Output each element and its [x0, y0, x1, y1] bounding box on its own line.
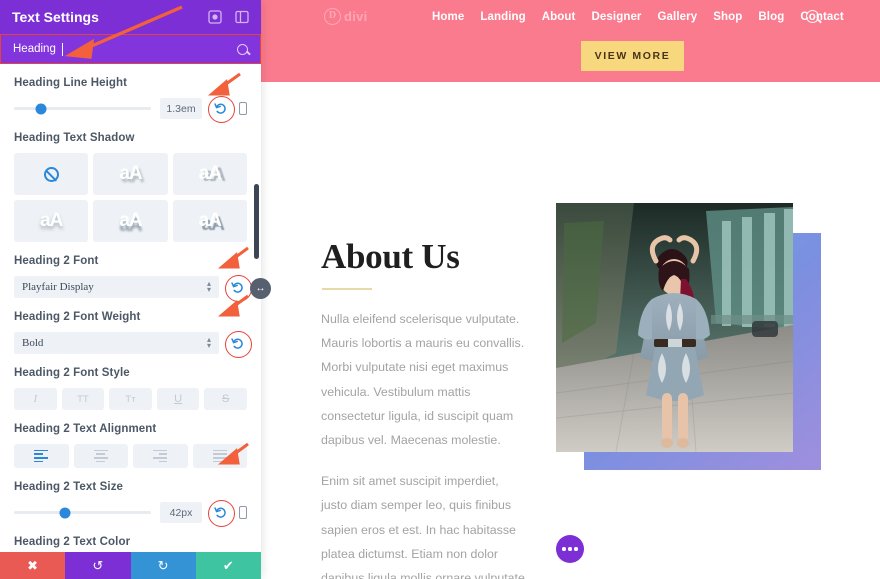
shadow-option-2[interactable]: aA — [172, 153, 247, 195]
reset-icon[interactable] — [225, 330, 252, 358]
nav-item-designer[interactable]: Designer — [592, 11, 642, 23]
about-paragraph: Enim sit amet suscipit imperdiet, justo … — [321, 474, 525, 579]
field-label: Heading 2 Font Weight — [14, 311, 141, 323]
options-search-row[interactable] — [0, 34, 261, 64]
slider-thumb[interactable] — [59, 507, 71, 518]
italic-icon[interactable]: I — [14, 388, 57, 410]
panel-header: Text Settings — [0, 0, 261, 34]
undo-button[interactable]: ↺ — [65, 552, 131, 579]
h2-font-select[interactable]: Playfair Display ▴ ▾ — [14, 276, 219, 298]
about-photo — [556, 203, 793, 452]
stepper-icon: ▴ ▾ — [206, 335, 211, 350]
shadow-option-5[interactable]: aA — [172, 200, 247, 242]
responsive-mobile-icon[interactable] — [239, 102, 247, 115]
divi-logo-word: divi — [344, 9, 368, 24]
align-right-icon[interactable] — [133, 444, 188, 468]
text-size-value[interactable]: 42px — [160, 502, 202, 523]
field-label: Heading Line Height — [14, 77, 128, 89]
field-h2-font: Heading 2 Font Playfair Display ▴ ▾ — [14, 255, 252, 302]
text-shadow-options: aA aA aA aA aA — [14, 153, 247, 242]
align-left-icon[interactable] — [14, 444, 69, 468]
text-size-slider[interactable] — [14, 507, 151, 518]
dot-icon — [574, 547, 578, 551]
field-h2-font-style: Heading 2 Font Style I TT Tт U S — [14, 367, 247, 410]
nav-links: Home Landing About Designer Gallery Shop… — [432, 0, 844, 34]
panel-scrollbar-thumb[interactable] — [254, 184, 259, 259]
responsive-mobile-icon[interactable] — [239, 506, 247, 519]
slider-thumb[interactable] — [35, 103, 47, 114]
align-center-icon[interactable] — [73, 444, 128, 468]
line-height-value[interactable]: 1.3em — [160, 98, 202, 119]
field-label: Heading 2 Font — [14, 255, 99, 267]
field-label: Heading 2 Text Alignment — [14, 423, 157, 435]
field-h2-text-size: Heading 2 Text Size 42px — [14, 481, 247, 527]
cancel-button[interactable]: ✖ — [0, 552, 66, 579]
dot-icon — [568, 547, 572, 551]
text-align-buttons — [14, 444, 247, 468]
small-caps-icon[interactable]: Tт — [109, 388, 152, 410]
dot-icon — [562, 547, 566, 551]
h2-font-weight-value: Bold — [22, 337, 44, 349]
divi-logo[interactable]: D divi — [324, 8, 368, 25]
layout-panel-icon[interactable] — [235, 10, 249, 24]
align-justify-icon[interactable] — [192, 444, 247, 468]
field-h2-text-alignment: Heading 2 Text Alignment — [14, 423, 247, 468]
about-paragraph: Nulla eleifend scelerisque vulputate. Ma… — [321, 312, 525, 447]
panel-title: Text Settings — [12, 9, 99, 25]
about-body: Nulla eleifend scelerisque vulputate. Ma… — [321, 307, 527, 579]
panel-header-icons — [208, 10, 249, 24]
field-h2-font-weight: Heading 2 Font Weight Bold ▴ ▾ — [14, 311, 252, 358]
field-label: Heading 2 Font Style — [14, 367, 130, 379]
page-settings-fab[interactable] — [556, 535, 584, 563]
field-label: Heading Text Shadow — [14, 132, 135, 144]
panel-resize-handle[interactable]: ↔ — [250, 278, 271, 299]
line-height-slider[interactable] — [14, 103, 151, 114]
field-heading-line-height: Heading Line Height 1.3em — [14, 77, 247, 123]
screen: D divi Home Landing About Designer Galle… — [0, 0, 880, 579]
reset-icon[interactable] — [225, 274, 252, 302]
shadow-option-none[interactable] — [14, 153, 89, 195]
nav-item-shop[interactable]: Shop — [713, 11, 742, 23]
no-shadow-icon — [43, 166, 59, 182]
font-style-buttons: I TT Tт U S — [14, 388, 247, 410]
field-heading-text-shadow: Heading Text Shadow aA aA aA aA aA — [14, 132, 247, 242]
view-more-button[interactable]: VIEW MORE — [581, 41, 684, 71]
shadow-option-4[interactable]: aA — [93, 200, 168, 242]
field-h2-text-color: Heading 2 Text Color Select Color — [14, 536, 247, 552]
divi-logo-mark: D — [324, 8, 341, 25]
target-icon[interactable] — [208, 10, 222, 24]
nav-item-gallery[interactable]: Gallery — [658, 11, 698, 23]
nav-item-about[interactable]: About — [542, 11, 576, 23]
field-label: Heading 2 Text Size — [14, 481, 124, 493]
panel-footer-actions: ✖ ↺ ↻ ✔ — [0, 552, 261, 579]
shadow-option-3[interactable]: aA — [14, 200, 89, 242]
nav-item-home[interactable]: Home — [432, 11, 464, 23]
strikethrough-icon[interactable]: S — [204, 388, 247, 410]
nav-item-landing[interactable]: Landing — [480, 11, 525, 23]
h2-font-weight-select[interactable]: Bold ▴ ▾ — [14, 332, 219, 354]
nav-search-icon[interactable] — [806, 10, 819, 23]
uppercase-icon[interactable]: TT — [61, 388, 105, 410]
text-settings-panel: Text Settings Heading Heading Line Heigh… — [0, 0, 261, 579]
text-caret — [62, 43, 63, 56]
reset-icon[interactable] — [208, 500, 235, 527]
nav-item-blog[interactable]: Blog — [758, 11, 784, 23]
h2-font-value: Playfair Display — [22, 281, 94, 293]
reset-icon[interactable] — [208, 96, 235, 123]
shadow-option-1[interactable]: aA — [93, 153, 168, 195]
about-divider — [322, 288, 372, 290]
stepper-icon: ▴ ▾ — [206, 279, 211, 294]
underline-icon[interactable]: U — [156, 388, 200, 410]
about-title: About Us — [321, 237, 460, 276]
save-button[interactable]: ✔ — [195, 552, 261, 579]
field-label: Heading 2 Text Color — [14, 536, 131, 548]
redo-button[interactable]: ↻ — [130, 552, 196, 579]
search-input[interactable] — [13, 43, 237, 55]
panel-scroll-body: Heading Line Height 1.3em Heading Text S… — [0, 64, 261, 552]
search-icon[interactable] — [237, 43, 248, 55]
